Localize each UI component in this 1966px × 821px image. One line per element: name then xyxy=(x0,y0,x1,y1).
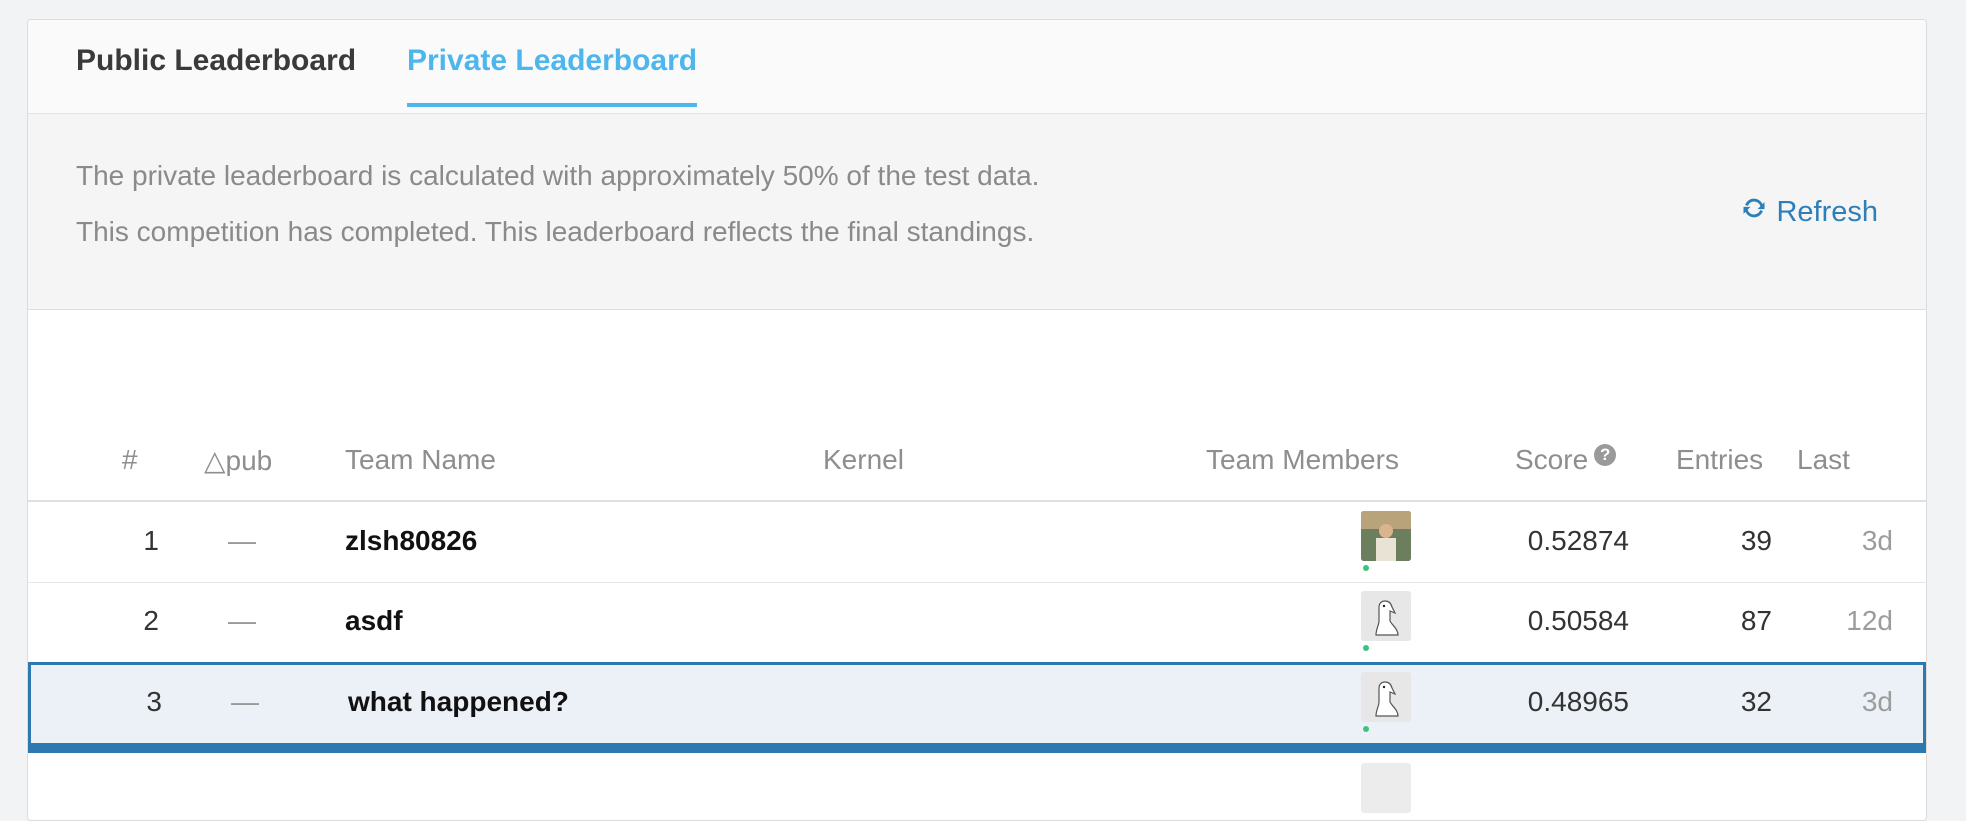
row-entries: 32 xyxy=(1740,686,1772,717)
col-score-label: Score xyxy=(1515,444,1589,475)
col-rank-header: # xyxy=(122,444,138,475)
row-team-name[interactable]: asdf xyxy=(345,605,403,637)
col-members-header: Team Members xyxy=(1206,444,1399,475)
team-member-avatar[interactable] xyxy=(1361,511,1411,561)
col-delta-header: △pub xyxy=(204,445,273,476)
table-row-selected[interactable]: 3 — what happened? 0.48965 32 3d xyxy=(28,662,1926,746)
help-icon[interactable]: ? xyxy=(1594,444,1617,466)
leaderboard-info-panel: The private leaderboard is calculated wi… xyxy=(28,114,1926,310)
row-score: 0.50584 xyxy=(1527,605,1629,636)
row-last: 3d xyxy=(1861,525,1893,556)
row-delta: — xyxy=(228,605,256,636)
row-rank: 1 xyxy=(143,525,159,556)
col-last-header[interactable]: Last xyxy=(1797,444,1850,476)
table-row[interactable]: 2 — asdf 0.50584 87 12d xyxy=(28,582,1926,663)
row-score: 0.48965 xyxy=(1527,686,1629,717)
col-entries-header[interactable]: Entries xyxy=(1676,444,1763,476)
row-team-name[interactable]: zlsh80826 xyxy=(345,525,477,557)
col-team-header[interactable]: Team Name xyxy=(345,444,496,476)
row-team-name[interactable]: what happened? xyxy=(348,686,569,718)
tab-public-leaderboard[interactable]: Public Leaderboard xyxy=(76,44,356,103)
goose-avatar-icon[interactable] xyxy=(1361,591,1411,641)
refresh-icon xyxy=(1740,194,1768,230)
col-kernel-header: Kernel xyxy=(823,444,904,475)
row-rank: 2 xyxy=(143,605,159,636)
row-entries: 87 xyxy=(1740,605,1772,636)
row-entries: 39 xyxy=(1740,525,1772,556)
row-delta: — xyxy=(228,525,256,556)
row-last: 12d xyxy=(1846,605,1893,636)
leaderboard-card: Public Leaderboard Private Leaderboard T… xyxy=(27,19,1927,821)
goose-avatar-icon[interactable] xyxy=(1361,763,1411,813)
online-status-dot xyxy=(1363,645,1369,651)
row-last: 3d xyxy=(1861,686,1893,717)
row-rank: 3 xyxy=(146,686,162,717)
goose-avatar-icon[interactable] xyxy=(1361,672,1411,722)
row-score: 0.52874 xyxy=(1527,525,1629,556)
refresh-label: Refresh xyxy=(1776,195,1878,228)
section-divider xyxy=(28,745,1926,753)
online-status-dot xyxy=(1363,726,1369,732)
online-status-dot xyxy=(1363,565,1369,571)
info-line-2: This competition has completed. This lea… xyxy=(76,216,1035,247)
col-score-header[interactable]: Score? xyxy=(1515,444,1617,476)
table-header: # △pub Team Name Kernel Team Members Sco… xyxy=(28,444,1926,502)
info-line-1: The private leaderboard is calculated wi… xyxy=(76,160,1040,191)
tab-bar: Public Leaderboard Private Leaderboard xyxy=(28,20,1926,114)
tab-private-leaderboard[interactable]: Private Leaderboard xyxy=(407,44,698,107)
table-row[interactable]: 1 — zlsh80826 0.52874 39 3d xyxy=(28,502,1926,583)
refresh-button[interactable]: Refresh xyxy=(1740,194,1878,230)
row-delta: — xyxy=(231,686,259,717)
